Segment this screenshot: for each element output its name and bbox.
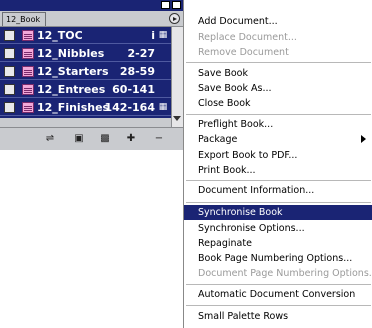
palette-flyout-menu: Add Document... Replace Document... Remo… <box>183 0 372 328</box>
open-icon: ▦ <box>158 102 168 112</box>
sync-icon[interactable]: ⇌ <box>44 133 56 145</box>
document-row[interactable]: 12_TOC i ▦ <box>0 27 171 44</box>
menu-separator <box>186 305 371 306</box>
document-icon <box>22 102 34 113</box>
document-pages: i <box>151 29 155 42</box>
menu-item-save-book[interactable]: Save Book <box>184 66 372 81</box>
menu-item-document-page-numbering[interactable]: Document Page Numbering Options... <box>184 266 372 281</box>
sync-source-checkbox[interactable] <box>4 66 15 77</box>
document-pages: 28-59 <box>119 65 155 78</box>
collapse-button[interactable] <box>161 1 170 9</box>
vertical-scrollbar[interactable] <box>171 27 183 127</box>
menu-item-close-book[interactable]: Close Book <box>184 96 372 111</box>
sync-source-checkbox[interactable] <box>4 48 15 59</box>
open-icon: ▦ <box>158 30 168 40</box>
print-icon[interactable]: ▩ <box>99 133 111 145</box>
menu-item-package[interactable]: Package <box>184 132 372 147</box>
sync-source-checkbox[interactable] <box>4 30 15 41</box>
document-icon <box>22 48 34 59</box>
document-name: 12_Nibbles <box>37 47 105 60</box>
document-row[interactable]: 12_Nibbles 2-27 <box>0 45 171 62</box>
menu-separator <box>186 180 371 181</box>
menu-item-replace-document[interactable]: Replace Document... <box>184 30 372 45</box>
scroll-down-arrow-icon[interactable] <box>173 116 181 121</box>
palette-tab-row: 12_Book <box>0 11 183 27</box>
save-icon[interactable]: ▣ <box>73 133 85 145</box>
book-palette: 12_Book 12_TOC i ▦ 12_Nibbles 2-27 12_St… <box>0 0 183 150</box>
menu-item-automatic-document-conversion[interactable]: Automatic Document Conversion <box>184 287 372 302</box>
document-row[interactable]: 12_Entrees 60-141 <box>0 81 171 98</box>
palette-title-bar[interactable] <box>0 0 183 11</box>
submenu-arrow-icon <box>361 135 366 143</box>
menu-item-print-book[interactable]: Print Book... <box>184 163 372 178</box>
menu-item-book-page-numbering[interactable]: Book Page Numbering Options... <box>184 251 372 266</box>
close-button[interactable] <box>172 1 181 9</box>
menu-item-add-document[interactable]: Add Document... <box>184 14 372 29</box>
sync-source-checkbox[interactable] <box>4 102 15 113</box>
menu-item-preflight-book[interactable]: Preflight Book... <box>184 117 372 132</box>
document-name: 12_Starters <box>37 65 109 78</box>
remove-icon[interactable]: − <box>153 133 165 145</box>
document-row[interactable]: 12_Starters 28-59 <box>0 63 171 80</box>
document-pages: 142-164 <box>104 101 156 114</box>
menu-separator <box>186 284 371 285</box>
menu-separator <box>186 62 371 63</box>
document-name: 12_Finishes <box>37 101 110 114</box>
menu-item-synchronise-options[interactable]: Synchronise Options... <box>184 221 372 236</box>
menu-item-document-information[interactable]: Document Information... <box>184 183 372 198</box>
menu-item-save-book-as[interactable]: Save Book As... <box>184 81 372 96</box>
document-pages: 2-27 <box>127 47 155 60</box>
book-tab[interactable]: 12_Book <box>2 12 46 26</box>
add-icon[interactable]: ✚ <box>125 133 137 145</box>
menu-item-synchronise-book[interactable]: Synchronise Book <box>184 205 372 220</box>
document-pages: 60-141 <box>112 83 155 96</box>
menu-separator <box>186 202 371 203</box>
palette-toolbar: ⇌ ▣ ▩ ✚ − <box>0 127 183 150</box>
document-row[interactable]: 12_Finishes 142-164 ▦ <box>0 99 171 116</box>
menu-item-export-book-pdf[interactable]: Export Book to PDF... <box>184 148 372 163</box>
document-name: 12_TOC <box>37 29 83 42</box>
document-name: 12_Entrees <box>37 83 106 96</box>
palette-menu-button[interactable] <box>169 13 180 24</box>
document-list: 12_TOC i ▦ 12_Nibbles 2-27 12_Starters 2… <box>0 27 171 118</box>
document-icon <box>22 30 34 41</box>
document-icon <box>22 84 34 95</box>
menu-item-small-palette-rows[interactable]: Small Palette Rows <box>184 309 372 324</box>
menu-item-repaginate[interactable]: Repaginate <box>184 236 372 251</box>
sync-source-checkbox[interactable] <box>4 84 15 95</box>
document-icon <box>22 66 34 77</box>
menu-item-remove-document[interactable]: Remove Document <box>184 45 372 60</box>
menu-separator <box>186 114 371 115</box>
